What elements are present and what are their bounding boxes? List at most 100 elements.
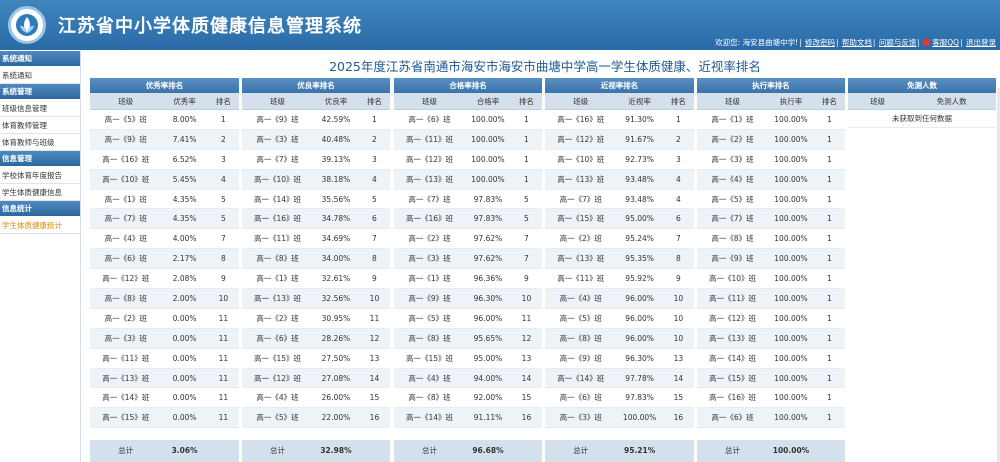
cell-rate: 2.17% (172, 254, 197, 264)
cell-class: 高一《1》班 (256, 274, 299, 284)
total-label: 总计 (573, 446, 589, 455)
col-rate: 合格率 (476, 97, 500, 106)
table-row: 高一《12》班 2.08% 9 (90, 269, 239, 290)
cell-class: 高一《8》班 (711, 234, 754, 244)
sidebar-section-system[interactable]: 系统管理 (0, 84, 80, 100)
cell-rate: 100.00% (774, 194, 808, 204)
cell-rate: 100.00% (774, 254, 808, 264)
cell-rank: 10 (673, 313, 684, 323)
cell-rank: 5 (220, 194, 226, 204)
page-title: 2025年度江苏省南通市海安市海安市曲塘中学高一学生体质健康、近视率排名 (329, 59, 761, 74)
cell-class: 高一《16》班 (102, 154, 150, 164)
sidebar-item-health-stats[interactable]: 学生体质健康统计 (0, 217, 80, 234)
table-row: 高一《7》班 4.35% 5 (90, 209, 239, 230)
table-row: 高一《4》班 96.00% 10 (545, 289, 694, 309)
cell-class: 高一《3》班 (104, 333, 147, 343)
table-row: 高一《2》班 97.62% 7 (394, 229, 542, 250)
feedback-link[interactable]: 问题与反馈 (879, 38, 917, 47)
col-rate: 近视率 (628, 97, 651, 106)
table-row: 高一《6》班 28.26% 12 (242, 328, 390, 349)
cell-rate: 4.35% (172, 214, 197, 224)
cell-rate: 100.00% (774, 214, 808, 224)
cell-class: 高一《12》班 (708, 313, 757, 323)
cell-class: 高一《13》班 (102, 373, 150, 383)
change-password-link[interactable]: 修改密码 (805, 38, 835, 47)
col-class: 班级 (118, 97, 134, 106)
table-body: 高一《16》班 91.30% 1 高一《12》班 91.67% 2 高一《10》班 92.73… (545, 110, 694, 429)
cell-class: 高一《3》班 (408, 254, 451, 264)
cell-rate: 42.59% (321, 115, 351, 124)
total-spacer (663, 440, 694, 462)
cell-rank: 1 (827, 134, 832, 144)
cell-rank: 16 (521, 413, 532, 423)
table-row: 高一《8》班 92.00% 15 (394, 388, 542, 409)
total-value: 100.00% (772, 446, 810, 455)
cell-rate: 100.00% (471, 115, 505, 124)
table-row: 高一《6》班 100.00% 1 (697, 408, 845, 429)
table-body: 高一《9》班 42.59% 1 高一《3》班 40.48% 2 高一《7》班 39.13% 3 高… (242, 110, 390, 429)
cell-rate: 91.11% (473, 413, 503, 423)
cell-rank: 1 (827, 373, 832, 383)
col-exempt-count: 免测人数 (936, 97, 967, 106)
cell-rank: 11 (521, 313, 532, 323)
sidebar-item-pe-teachers[interactable]: 体育教师管理 (0, 117, 80, 134)
cell-class: 高一《5》班 (711, 194, 754, 204)
welcome-text: 欢迎您: 海安县曲塘中学! (715, 38, 799, 47)
table-row: 高一《5》班 8.00% 1 (90, 110, 239, 130)
cell-rank: 14 (673, 373, 684, 383)
cell-rate: 4.00% (172, 234, 197, 244)
cell-rate: 28.26% (321, 333, 351, 343)
sidebar-item-teacher-class[interactable]: 体育教师与班级 (0, 134, 80, 151)
cell-class: 高一《13》班 (708, 333, 757, 343)
table-row: 高一《3》班 0.00% 11 (90, 328, 239, 349)
sidebar-item-class-info[interactable]: 班级信息管理 (0, 100, 80, 117)
cell-rate: 32.56% (321, 294, 351, 304)
cell-class: 高一《7》班 (559, 194, 602, 204)
total-row: 总计 96.68% (394, 440, 542, 462)
cell-rate: 8.00% (172, 115, 197, 124)
table-row: 高一《14》班 91.11% 16 (394, 408, 542, 429)
total-label: 总计 (270, 446, 286, 455)
cell-class: 高一《3》班 (559, 413, 602, 423)
table-row: 高一《6》班 100.00% 1 (394, 110, 542, 130)
cell-class: 高一《13》班 (253, 294, 302, 304)
cell-rank: 7 (524, 234, 529, 244)
sidebar-item-annual-report[interactable]: 学校体育年度报告 (0, 167, 80, 184)
cell-class: 高一《8》班 (104, 294, 147, 304)
table-row: 高一《1》班 4.35% 5 (90, 190, 239, 210)
cell-rate: 35.56% (321, 194, 351, 204)
table-body: 高一《1》班 100.00% 1 高一《2》班 100.00% 1 高一《3》班 100.00… (697, 110, 845, 429)
table-body: 高一《6》班 100.00% 1 高一《11》班 100.00% 1 高一《12》班 100.… (394, 110, 542, 429)
cell-rate: 96.00% (625, 333, 654, 343)
cell-rank: 1 (372, 115, 377, 124)
cell-rank: 2 (220, 134, 226, 144)
cell-class: 高一《6》班 (256, 333, 299, 343)
cell-rank: 1 (827, 154, 832, 164)
table-header-row: 班级 优良率 排名 (242, 93, 390, 110)
cell-rate: 94.00% (473, 373, 503, 383)
sidebar-item-system-notice[interactable]: 系统通知 (0, 67, 80, 84)
sidebar-section-info[interactable]: 信息管理 (0, 151, 80, 167)
col-rank: 排名 (821, 97, 837, 106)
table-row: 高一《5》班 96.00% 10 (545, 309, 694, 329)
cell-rank: 1 (827, 234, 832, 244)
table-row: 高一《3》班 100.00% 1 (697, 150, 845, 170)
table-row: 高一《11》班 100.00% 1 (697, 289, 845, 309)
cell-class: 高一《7》班 (711, 214, 754, 224)
cell-rate: 96.30% (473, 294, 503, 304)
cell-rank: 1 (827, 294, 832, 304)
cell-class: 高一《10》班 (708, 274, 757, 284)
help-docs-link[interactable]: 帮助文档 (842, 38, 872, 47)
cell-rate: 100.00% (471, 154, 505, 164)
support-qq-link[interactable]: 客服QQ (932, 38, 959, 47)
cell-rank: 9 (524, 274, 529, 284)
cell-rank: 1 (220, 115, 226, 124)
sidebar-item-student-health[interactable]: 学生体质健康信息 (0, 184, 80, 201)
sidebar-section-stats[interactable]: 信息统计 (0, 201, 80, 217)
cell-rate: 91.30% (625, 115, 654, 124)
table-row: 高一《13》班 32.56% 10 (242, 289, 390, 309)
cell-rate: 38.18% (321, 174, 351, 184)
logout-link[interactable]: 退出登录 (966, 38, 996, 47)
sidebar-section-notice[interactable]: 系统通知 (0, 51, 80, 67)
table-row: 高一《10》班 5.45% 4 (90, 169, 239, 190)
